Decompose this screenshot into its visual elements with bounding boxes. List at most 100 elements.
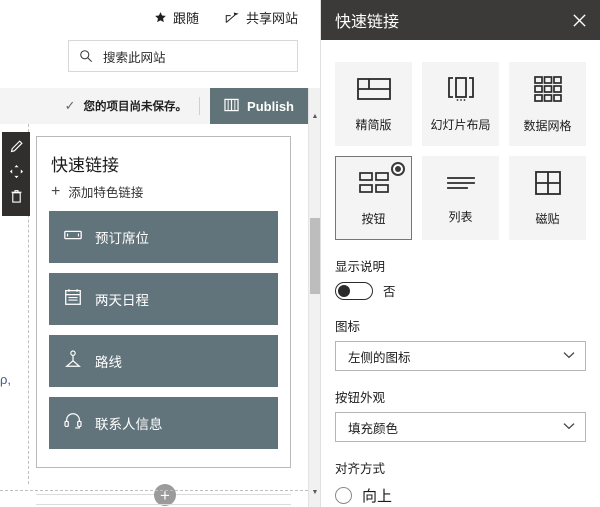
- checkmark-icon: ✓: [64, 98, 76, 113]
- add-featured-link-label: 添加特色链接: [68, 186, 144, 200]
- selected-radio-icon: [391, 162, 405, 176]
- show-description-toggle[interactable]: [335, 281, 373, 300]
- toggle-knob: [338, 284, 350, 297]
- follow-command[interactable]: 跟随: [154, 8, 199, 27]
- compact-layout-icon: [356, 76, 391, 107]
- star-icon: [154, 11, 167, 24]
- layout-option-grid[interactable]: 数据网格: [509, 62, 586, 146]
- icon-dropdown-value: 左侧的图标: [348, 350, 411, 365]
- radio-unchecked-icon: [335, 487, 352, 504]
- icon-field: 图标 左侧的图标: [335, 316, 586, 371]
- list-layout-icon: [445, 172, 477, 199]
- share-site-command[interactable]: 共享网站: [225, 8, 298, 27]
- quick-link-label: 路线: [95, 355, 122, 370]
- scrollbar-thumb[interactable]: [310, 218, 320, 294]
- layout-option-button[interactable]: 按钮: [335, 156, 412, 240]
- plus-icon: +: [51, 182, 61, 200]
- show-description-value: 否: [383, 285, 396, 299]
- pencil-icon: [9, 139, 24, 159]
- caret-down-icon[interactable]: ▼: [309, 486, 320, 498]
- gutter-glyph: ρ,: [0, 372, 12, 387]
- site-command-bar: 跟随 共享网站: [0, 0, 308, 34]
- quick-link-label: 两天日程: [95, 293, 149, 308]
- icon-dropdown[interactable]: 左侧的图标: [335, 341, 586, 371]
- quick-link-label: 联系人信息: [95, 417, 163, 432]
- property-pane-header: 快速链接: [321, 0, 600, 40]
- quick-link-item[interactable]: 路线: [49, 335, 278, 387]
- save-status-text: 您的项目尚未保存。: [83, 101, 188, 113]
- alignment-field: 对齐方式 向上: [335, 458, 586, 506]
- add-section-button[interactable]: +: [154, 484, 176, 506]
- app-root: 跟随 共享网站 搜索此网站 ✓ 您的项目尚未保存。 Publish 快速链接 +…: [0, 0, 600, 507]
- ticket-icon: [63, 225, 83, 250]
- follow-label: 跟随: [172, 10, 199, 26]
- divider: [199, 97, 201, 115]
- add-featured-link-button[interactable]: + 添加特色链接: [51, 182, 278, 201]
- button-look-field: 按钮外观 填充颜色: [335, 387, 586, 442]
- route-icon: [63, 349, 83, 374]
- button-look-dropdown[interactable]: 填充颜色: [335, 412, 586, 442]
- layout-option-filmstrip[interactable]: 幻灯片布局: [422, 62, 499, 146]
- canvas-scrollbar[interactable]: ▲ ▼: [308, 88, 320, 507]
- publish-book-icon: [224, 98, 239, 115]
- delete-web-part-button[interactable]: [6, 189, 26, 209]
- alignment-label: 对齐方式: [335, 462, 386, 476]
- layout-option-label: 磁贴: [535, 211, 560, 226]
- layout-option-label: 按钮: [361, 211, 386, 226]
- page-body: 快速链接 + 添加特色链接 预订席位 两天日程 路线 联系人信息 + ρ,: [0, 124, 308, 507]
- property-pane-title: 快速链接: [335, 14, 400, 31]
- button-layout-icon: [358, 170, 390, 201]
- layout-option-label: 数据网格: [523, 118, 572, 133]
- search-placeholder: 搜索此网站: [103, 50, 166, 65]
- layout-option-compact[interactable]: 精简版: [335, 62, 412, 146]
- calendar-icon: [63, 287, 83, 312]
- alignment-option-label: 向上: [362, 488, 393, 505]
- chevron-down-icon: [563, 422, 575, 433]
- button-look-value: 填充颜色: [348, 421, 399, 436]
- layout-option-grid: 精简版 幻灯片布局 数据网格 按钮 列表 磁贴: [335, 62, 586, 240]
- tile-layout-icon: [534, 170, 562, 201]
- publish-label: Publish: [247, 98, 294, 114]
- quick-links-web-part[interactable]: 快速链接 + 添加特色链接 预订席位 两天日程 路线 联系人信息: [36, 136, 291, 468]
- show-description-field: 显示说明 否: [335, 256, 586, 300]
- web-part-title: 快速链接: [51, 156, 119, 175]
- save-status-message: ✓ 您的项目尚未保存。: [65, 98, 199, 114]
- quick-link-item[interactable]: 联系人信息: [49, 397, 278, 449]
- button-look-label: 按钮外观: [335, 391, 386, 405]
- layout-option-label: 列表: [448, 209, 473, 224]
- caret-up-icon[interactable]: ▲: [309, 110, 320, 122]
- quick-link-label: 预订席位: [95, 231, 149, 246]
- close-button[interactable]: [558, 0, 600, 40]
- edit-web-part-button[interactable]: [6, 139, 26, 159]
- section-rule: [36, 504, 291, 505]
- layout-option-tile[interactable]: 磁贴: [509, 156, 586, 240]
- move-icon: [9, 164, 24, 184]
- chevron-down-icon: [563, 351, 575, 362]
- show-description-label: 显示说明: [335, 260, 386, 274]
- page-canvas: 跟随 共享网站 搜索此网站 ✓ 您的项目尚未保存。 Publish 快速链接 +…: [0, 0, 320, 507]
- alignment-option-up[interactable]: 向上: [335, 485, 586, 506]
- quick-link-item[interactable]: 两天日程: [49, 273, 278, 325]
- close-icon: [572, 13, 586, 27]
- filmstrip-layout-icon: [444, 76, 478, 107]
- layout-option-list[interactable]: 列表: [422, 156, 499, 240]
- publish-button[interactable]: Publish: [210, 88, 308, 124]
- show-description-toggle-row: 否: [335, 281, 586, 300]
- web-part-toolbar: [2, 132, 30, 216]
- trash-icon: [10, 189, 23, 209]
- grid-layout-icon: [533, 75, 563, 108]
- quick-link-item[interactable]: 预订席位: [49, 211, 278, 263]
- share-site-label: 共享网站: [245, 10, 298, 26]
- layout-option-label: 幻灯片布局: [430, 117, 491, 132]
- section-boundary-horizontal: [0, 490, 308, 491]
- move-web-part-button[interactable]: [6, 164, 26, 184]
- headset-icon: [63, 411, 83, 436]
- icon-field-label: 图标: [335, 320, 361, 334]
- property-pane-body: 精简版 幻灯片布局 数据网格 按钮 列表 磁贴 显示说明 否 图标 左侧的图标 …: [321, 40, 600, 506]
- property-pane: 快速链接 精简版 幻灯片布局 数据网格 按钮 列表 磁贴 显示说明 否 图标 左…: [320, 0, 600, 507]
- save-status-bar: ✓ 您的项目尚未保存。 Publish: [0, 88, 308, 124]
- share-icon: [225, 11, 240, 24]
- search-icon: [79, 49, 93, 63]
- layout-option-label: 精简版: [355, 117, 392, 132]
- search-input[interactable]: 搜索此网站: [68, 40, 298, 72]
